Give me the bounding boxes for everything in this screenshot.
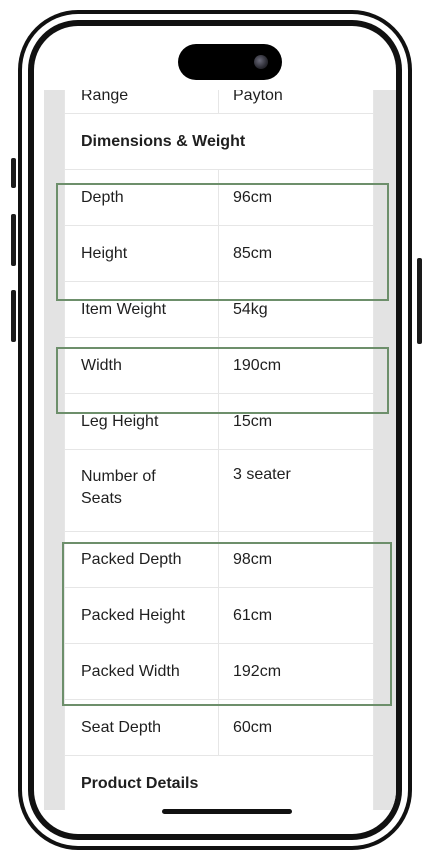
table-row-leg-height: Leg Height 15cm (65, 394, 373, 450)
dynamic-island (178, 44, 282, 80)
row-label: Item Weight (65, 282, 219, 337)
section-header-product-details: Product Details (65, 756, 373, 810)
web-page[interactable]: Range Payton Dimensions & Weight Depth 9… (44, 90, 396, 810)
table-row-packed-width: Packed Width 192cm (65, 644, 373, 700)
row-label: Depth (65, 170, 219, 225)
section-header-dimensions: Dimensions & Weight (65, 114, 373, 170)
section-title: Product Details (81, 774, 199, 792)
row-label: Packed Height (65, 588, 219, 643)
row-label: Leg Height (65, 394, 219, 449)
table-row-item-weight: Item Weight 54kg (65, 282, 373, 338)
row-value: Payton (233, 90, 283, 104)
power-button (417, 258, 422, 344)
row-value: 85cm (233, 244, 273, 262)
row-label: Width (65, 338, 219, 393)
table-row-packed-height: Packed Height 61cm (65, 588, 373, 644)
camera-icon (254, 55, 268, 69)
row-value: 60cm (233, 718, 273, 736)
row-label: Number of Seats (65, 450, 219, 531)
row-value: 190cm (233, 356, 282, 374)
row-value: 3 seater (233, 466, 291, 483)
row-value: 96cm (233, 188, 273, 206)
phone-screen: Range Payton Dimensions & Weight Depth 9… (34, 26, 396, 834)
table-row-number-of-seats: Number of Seats 3 seater (65, 450, 373, 532)
volume-up-button (11, 214, 16, 266)
table-row-depth: Depth 96cm (65, 170, 373, 226)
row-value: 98cm (233, 550, 273, 568)
row-label: Range (65, 90, 219, 113)
volume-down-button (11, 290, 16, 342)
table-row-width: Width 190cm (65, 338, 373, 394)
phone-frame: Range Payton Dimensions & Weight Depth 9… (18, 10, 412, 850)
table-row-seat-depth: Seat Depth 60cm (65, 700, 373, 756)
home-indicator[interactable] (162, 809, 292, 814)
table-row-height: Height 85cm (65, 226, 373, 282)
row-value: 54kg (233, 300, 268, 318)
row-value: 15cm (233, 412, 273, 430)
section-title: Dimensions & Weight (81, 132, 246, 150)
row-label: Packed Depth (65, 532, 219, 587)
specifications-table: Range Payton Dimensions & Weight Depth 9… (64, 90, 374, 810)
table-row: Range Payton (65, 90, 373, 114)
table-row-packed-depth: Packed Depth 98cm (65, 532, 373, 588)
mute-switch (11, 158, 16, 188)
row-label: Seat Depth (65, 700, 219, 755)
row-value: 61cm (233, 606, 273, 624)
row-label: Packed Width (65, 644, 219, 699)
row-value: 192cm (233, 662, 282, 680)
row-label: Height (65, 226, 219, 281)
